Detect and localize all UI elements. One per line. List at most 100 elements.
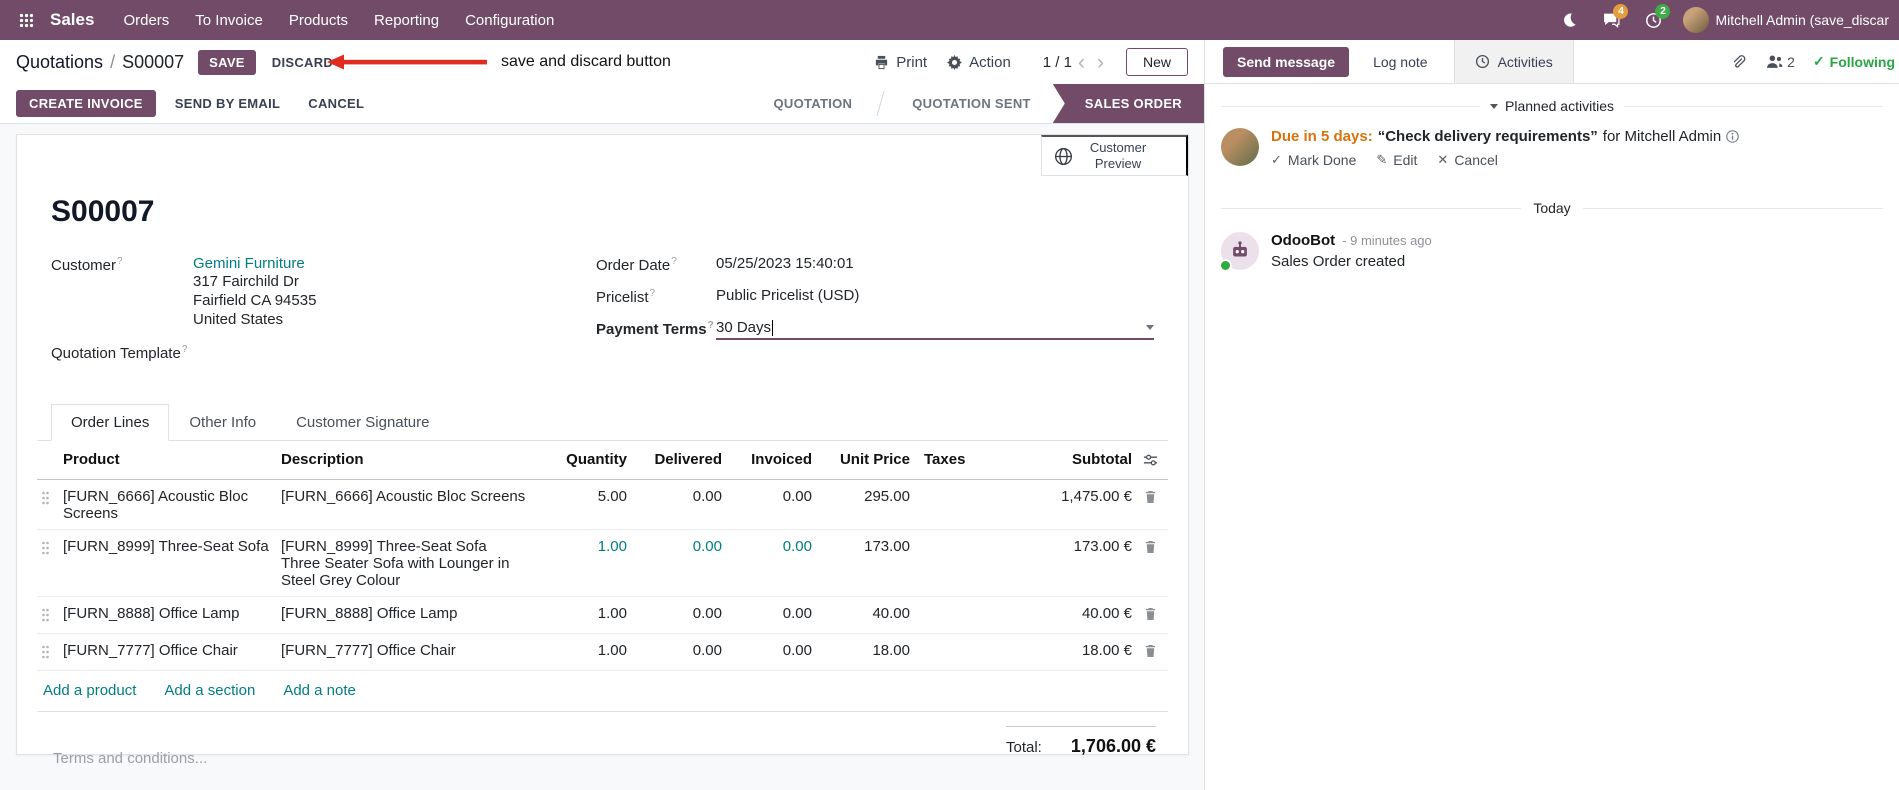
new-button[interactable]: New — [1125, 48, 1188, 76]
state-quotation-sent[interactable]: QUOTATION SENT — [890, 84, 1053, 123]
menu-to-invoice[interactable]: To Invoice — [182, 0, 276, 40]
messages-icon[interactable]: 4 — [1593, 2, 1629, 38]
send-message-button[interactable]: Send message — [1223, 46, 1350, 77]
cell-description[interactable]: [FURN_8888] Office Lamp — [281, 605, 539, 622]
menu-orders[interactable]: Orders — [110, 0, 182, 40]
delete-row-icon[interactable] — [1144, 490, 1157, 507]
odoobot-avatar[interactable] — [1219, 232, 1259, 272]
following-button[interactable]: ✓ Following — [1813, 53, 1895, 70]
print-button[interactable]: Print — [864, 50, 937, 75]
cell-product[interactable]: [FURN_8888] Office Lamp — [63, 605, 281, 622]
cell-product[interactable]: [FURN_7777] Office Chair — [63, 642, 281, 659]
cell-unit-price[interactable]: 173.00 — [812, 538, 910, 555]
attachments-paperclip-icon[interactable] — [1729, 52, 1748, 72]
order-date-value[interactable]: 05/25/2023 15:40:01 — [716, 255, 1154, 280]
log-note-button[interactable]: Log note — [1361, 47, 1440, 77]
optional-columns-icon[interactable] — [1143, 453, 1158, 470]
add-note-link[interactable]: Add a note — [283, 682, 356, 699]
delete-row-icon[interactable] — [1144, 607, 1157, 624]
breadcrumb-quotations[interactable]: Quotations — [16, 52, 103, 73]
order-line-row[interactable]: [FURN_7777] Office Chair [FURN_7777] Off… — [37, 634, 1168, 671]
order-line-row[interactable]: [FURN_8999] Three-Seat Sofa [FURN_8999] … — [37, 530, 1168, 597]
cell-description[interactable]: [FURN_8999] Three-Seat Sofa Three Seater… — [281, 538, 539, 589]
user-avatar[interactable] — [1683, 7, 1710, 33]
drag-handle-icon[interactable] — [37, 488, 63, 509]
drag-handle-icon[interactable] — [37, 605, 63, 626]
cell-invoiced[interactable]: 0.00 — [722, 538, 812, 555]
delete-row-icon[interactable] — [1144, 644, 1157, 661]
cell-quantity[interactable]: 1.00 — [539, 605, 627, 622]
menu-configuration[interactable]: Configuration — [452, 0, 567, 40]
message-author[interactable]: OdooBot — [1271, 232, 1335, 249]
send-by-email-button[interactable]: SEND BY EMAIL — [166, 90, 290, 117]
activity-avatar[interactable] — [1221, 128, 1259, 166]
cell-invoiced[interactable]: 0.00 — [722, 488, 812, 505]
cell-quantity[interactable]: 1.00 — [539, 538, 627, 555]
action-button[interactable]: Action — [937, 50, 1021, 75]
edit-activity-button[interactable]: ✎ Edit — [1376, 152, 1417, 168]
cell-product[interactable]: [FURN_8999] Three-Seat Sofa — [63, 538, 281, 555]
discard-button[interactable]: DISCARD — [264, 50, 341, 75]
cell-quantity[interactable]: 1.00 — [539, 642, 627, 659]
col-quantity[interactable]: Quantity — [539, 451, 627, 468]
cell-description[interactable]: [FURN_7777] Office Chair — [281, 642, 539, 659]
info-icon[interactable] — [1726, 130, 1739, 143]
pager-previous-icon[interactable]: ‹ — [1072, 52, 1091, 73]
planned-activities-toggle[interactable]: Planned activities — [1490, 98, 1614, 114]
cancel-button[interactable]: CANCEL — [299, 90, 373, 117]
save-button[interactable]: SAVE — [198, 49, 256, 75]
col-subtotal[interactable]: Subtotal — [1020, 451, 1132, 468]
cell-delivered[interactable]: 0.00 — [627, 605, 722, 622]
payment-terms-input[interactable]: 30 Days — [716, 319, 1154, 340]
pricelist-value[interactable]: Public Pricelist (USD) — [716, 287, 1154, 312]
cell-invoiced[interactable]: 0.00 — [722, 605, 812, 622]
col-taxes[interactable]: Taxes — [910, 451, 1020, 468]
mark-done-button[interactable]: ✓ Mark Done — [1271, 152, 1356, 168]
cell-quantity[interactable]: 5.00 — [539, 488, 627, 505]
cell-delivered[interactable]: 0.00 — [627, 488, 722, 505]
col-product[interactable]: Product — [63, 451, 281, 468]
tab-order-lines[interactable]: Order Lines — [51, 404, 170, 441]
order-line-row[interactable]: [FURN_8888] Office Lamp [FURN_8888] Offi… — [37, 597, 1168, 634]
quotation-template-value[interactable] — [193, 343, 596, 368]
cell-unit-price[interactable]: 40.00 — [812, 605, 910, 622]
customer-link[interactable]: Gemini Furniture — [193, 255, 305, 272]
record-title[interactable]: S00007 — [17, 195, 1188, 229]
delete-row-icon[interactable] — [1144, 540, 1157, 557]
menu-reporting[interactable]: Reporting — [361, 0, 452, 40]
drag-handle-icon[interactable] — [37, 538, 63, 559]
menu-products[interactable]: Products — [276, 0, 361, 40]
add-section-link[interactable]: Add a section — [164, 682, 255, 699]
activities-tab[interactable]: Activities — [1453, 40, 1574, 83]
quotation-template-field[interactable]: Quotation Template? — [51, 343, 596, 368]
followers-button[interactable]: 2 — [1764, 52, 1797, 72]
cell-description[interactable]: [FURN_6666] Acoustic Bloc Screens — [281, 488, 539, 505]
order-line-row[interactable]: [FURN_6666] Acoustic Bloc Screens [FURN_… — [37, 480, 1168, 530]
cancel-activity-button[interactable]: ✕ Cancel — [1437, 152, 1498, 168]
dark-mode-moon-icon[interactable] — [1551, 2, 1587, 38]
cell-delivered[interactable]: 0.00 — [627, 538, 722, 555]
col-unit-price[interactable]: Unit Price — [812, 451, 910, 468]
cell-unit-price[interactable]: 295.00 — [812, 488, 910, 505]
cell-unit-price[interactable]: 18.00 — [812, 642, 910, 659]
col-invoiced[interactable]: Invoiced — [722, 451, 812, 468]
app-brand[interactable]: Sales — [50, 10, 94, 30]
user-name[interactable]: Mitchell Admin (save_discar — [1715, 12, 1889, 28]
cell-invoiced[interactable]: 0.00 — [722, 642, 812, 659]
drag-handle-icon[interactable] — [37, 642, 63, 663]
state-quotation[interactable]: QUOTATION — [751, 84, 874, 123]
cell-delivered[interactable]: 0.00 — [627, 642, 722, 659]
add-product-link[interactable]: Add a product — [43, 682, 136, 699]
state-sales-order[interactable]: SALES ORDER — [1052, 84, 1204, 123]
terms-placeholder[interactable]: Terms and conditions... — [37, 726, 207, 767]
create-invoice-button[interactable]: CREATE INVOICE — [16, 90, 156, 117]
activities-clock-icon[interactable]: 2 — [1635, 2, 1671, 38]
col-delivered[interactable]: Delivered — [627, 451, 722, 468]
tab-customer-signature[interactable]: Customer Signature — [276, 404, 449, 441]
apps-grid-icon[interactable] — [10, 4, 42, 36]
customer-preview-button[interactable]: Customer Preview — [1041, 135, 1188, 176]
col-description[interactable]: Description — [281, 451, 539, 468]
dropdown-caret-icon[interactable] — [1146, 325, 1154, 330]
pager-next-icon[interactable]: › — [1091, 52, 1110, 73]
tab-other-info[interactable]: Other Info — [169, 404, 276, 441]
